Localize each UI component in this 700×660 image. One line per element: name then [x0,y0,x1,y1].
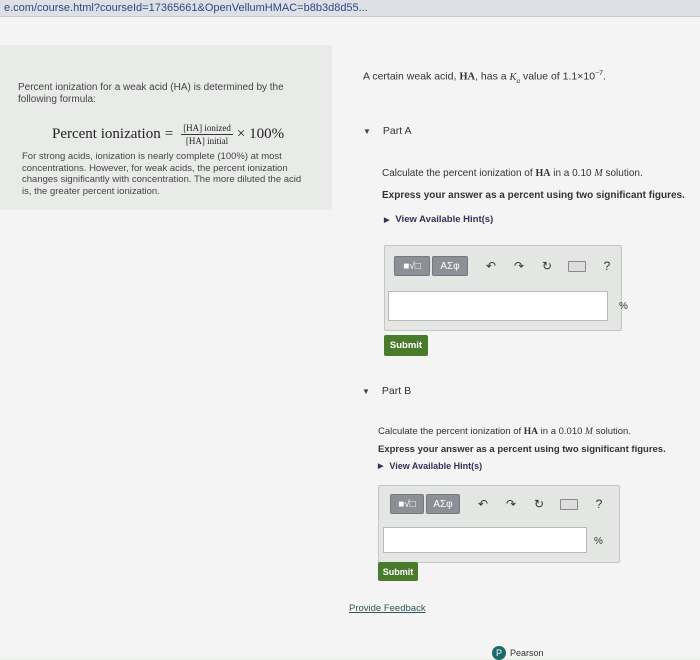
keyboard-icon[interactable] [568,260,586,272]
part-a-answer-input[interactable] [388,291,608,321]
formula-numerator: [HA] ionized [181,122,233,135]
part-a-q-unit: M [594,168,603,179]
symbols-button[interactable]: ΑΣφ [426,494,460,514]
statement-acid: HA [459,71,476,83]
formula-denominator: [HA] initial [185,135,229,146]
problem-statement: A certain weak acid, HA, has a Ka value … [363,70,606,85]
part-b-q-post: solution. [595,426,631,437]
statement-mid: , has a [475,70,507,83]
reset-icon[interactable]: ↻ [532,497,546,511]
keyboard-icon[interactable] [560,498,578,510]
statement-value: value of 1.1×10 [522,70,596,83]
formula-fraction: [HA] ionized [HA] initial [181,123,233,146]
part-a-submit-button[interactable]: Submit [384,335,428,356]
percent-ionization-formula: Percent ionization = [HA] ionized [HA] i… [52,116,284,152]
part-b-q-pre: Calculate the percent ionization of [378,426,522,437]
undo-icon[interactable]: ↶ [484,259,498,273]
statement-ka-sub: a [516,76,521,85]
part-b-title: Part B [381,385,412,397]
statement-ka: K [509,71,517,83]
part-b-header[interactable]: ▼ Part B [362,385,411,397]
template-button[interactable]: ■√□ [394,256,430,276]
formula-tail: × 100% [236,125,285,142]
reset-icon[interactable]: ↻ [540,259,554,273]
part-b-hint-label: View Available Hint(s) [389,461,483,471]
part-a-q-mid: in a 0.10 [553,168,592,179]
caret-down-icon: ▼ [362,386,370,396]
url-text: e.com/course.html?courseId=17365661&Open… [4,2,368,14]
part-b-unit: % [594,536,603,547]
part-a-title: Part A [382,125,412,137]
part-b-q-unit: M [585,427,593,437]
browser-url-bar[interactable]: e.com/course.html?courseId=17365661&Open… [0,0,700,17]
pearson-brand: Pearson [510,648,544,658]
ionization-notes: For strong acids, ionization is nearly c… [22,151,302,197]
help-icon[interactable]: ? [592,497,606,511]
statement-end: . [603,70,606,83]
triangle-right-icon: ▶ [384,216,390,224]
part-b-question: Calculate the percent ionization of HA i… [378,426,631,437]
part-b-toolbar: ■√□ ΑΣφ ↶ ↷ ↻ ? [390,494,606,514]
part-a-hint-label: View Available Hint(s) [395,214,494,225]
part-a-q-acid: HA [535,168,551,179]
part-b-hint-link[interactable]: ▶ View Available Hint(s) [378,461,482,471]
redo-icon[interactable]: ↷ [512,259,526,273]
provide-feedback-link[interactable]: Provide Feedback [349,603,426,614]
part-b-answer-input[interactable] [383,527,587,553]
part-b-submit-button[interactable]: Submit [378,562,418,581]
triangle-right-icon: ▶ [378,463,384,470]
part-b-instruction: Express your answer as a percent using t… [378,444,666,455]
part-b-q-acid: HA [523,427,539,437]
part-a-q-pre: Calculate the percent ionization of [382,168,533,179]
redo-icon[interactable]: ↷ [504,497,518,511]
statement-pre: A certain weak acid, [363,70,457,83]
part-a-header[interactable]: ▼ Part A [363,125,412,137]
symbols-button[interactable]: ΑΣφ [432,256,468,276]
part-a-instruction: Express your answer as a percent using t… [382,190,685,201]
part-a-question: Calculate the percent ionization of HA i… [382,168,643,179]
part-a-unit: % [619,301,628,312]
equals-sign: = [164,125,174,142]
formula-label: Percent ionization [52,125,161,142]
part-a-toolbar: ■√□ ΑΣφ ↶ ↷ ↻ ? [394,256,614,276]
statement-exponent: −7 [595,70,604,77]
undo-icon[interactable]: ↶ [476,497,490,511]
caret-down-icon: ▼ [363,126,371,136]
help-icon[interactable]: ? [600,259,614,273]
intro-text: Percent ionization for a weak acid (HA) … [18,82,284,105]
template-button[interactable]: ■√□ [390,494,424,514]
part-b-q-mid: in a 0.010 [540,426,583,437]
part-a-hint-link[interactable]: ▶ View Available Hint(s) [384,214,493,225]
part-a-q-post: solution. [605,168,643,179]
